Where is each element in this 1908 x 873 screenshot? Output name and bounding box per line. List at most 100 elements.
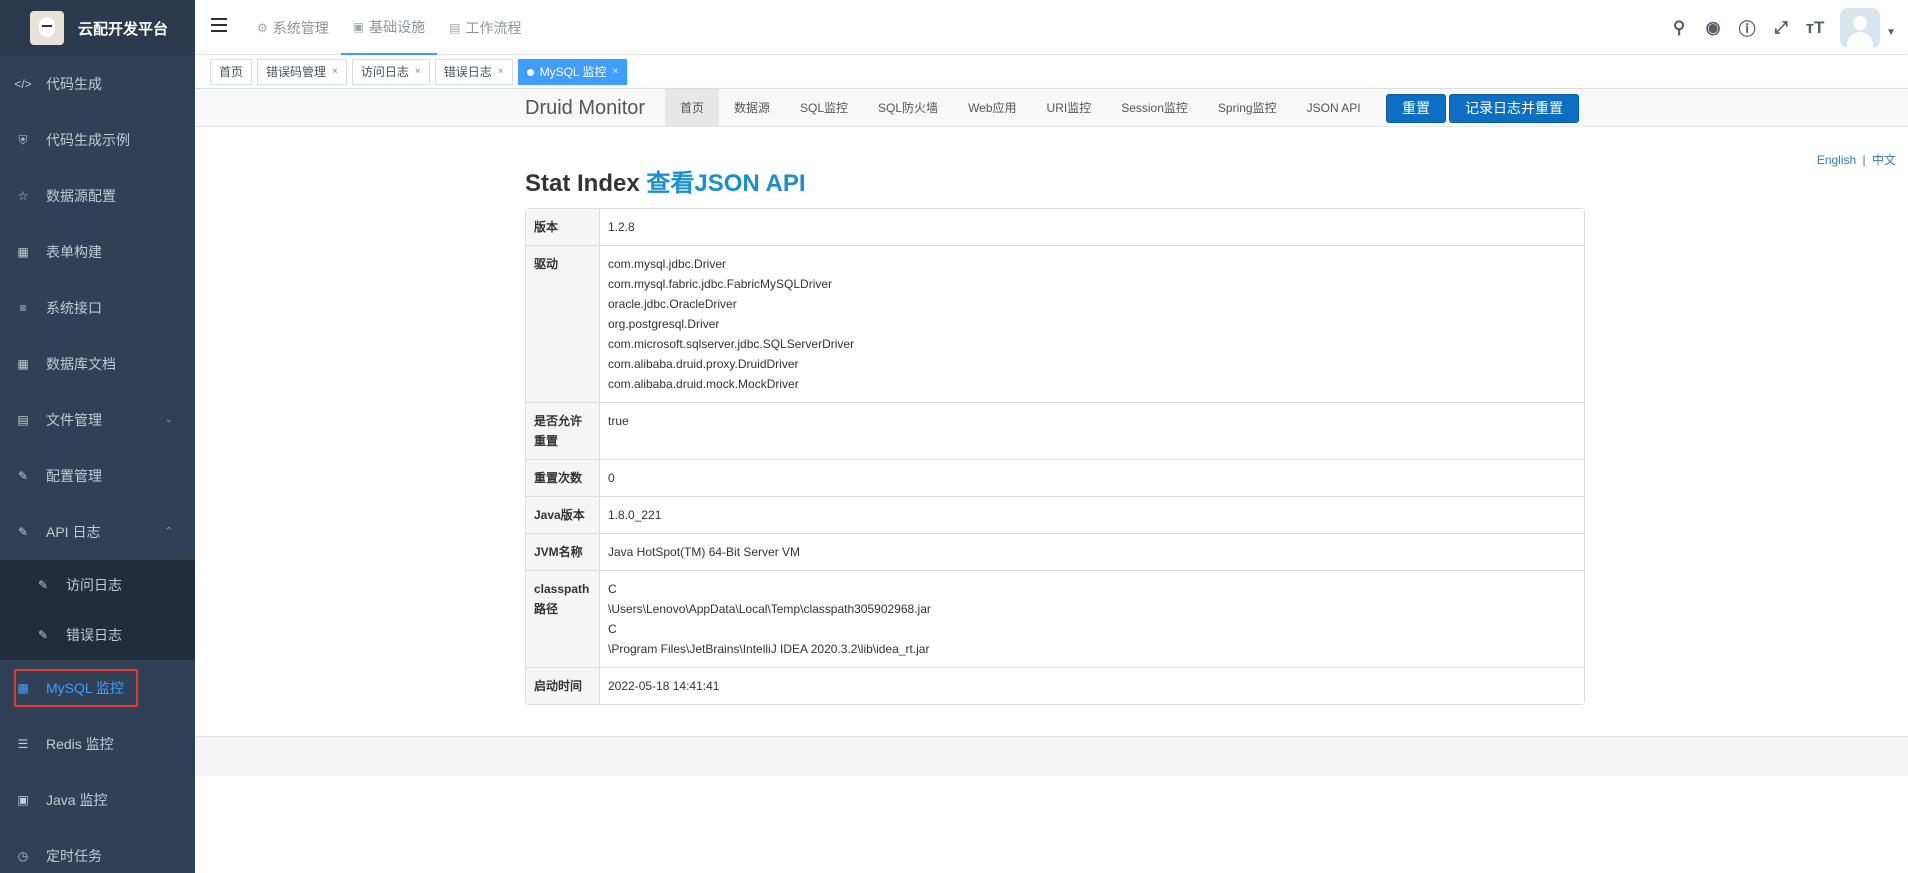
sidebar-item-label: Redis 监控 [46, 736, 114, 752]
caret-down-icon[interactable]: ▼ [1886, 27, 1896, 38]
active-item-highlight [14, 669, 138, 707]
tag-access-log[interactable]: 访问日志 × [351, 59, 430, 85]
druid-menu-uri[interactable]: URI监控 [1032, 89, 1107, 127]
sidebar-item-label: 代码生成示例 [46, 132, 130, 148]
value-line: 2022-05-18 14:41:41 [608, 679, 720, 693]
druid-brand[interactable]: Druid Monitor [525, 97, 645, 120]
table-row: 版本 1.2.8 [526, 209, 1584, 245]
close-icon[interactable]: × [332, 60, 338, 84]
active-dot-icon [526, 68, 534, 76]
sidebar-item-scheduled-task[interactable]: ◷ 定时任务 [0, 828, 195, 873]
tag-label: 错误日志 [443, 65, 492, 79]
sidebar-item-redis-monitor[interactable]: ☰ Redis 监控 [0, 716, 195, 772]
row-label: JVM名称 [526, 533, 600, 570]
page-title-text: Stat Index [525, 170, 640, 197]
lang-english-link[interactable]: English [1817, 153, 1856, 167]
row-value: true [600, 402, 1584, 459]
avatar[interactable] [1840, 7, 1881, 48]
row-value: C \Users\Lenovo\AppData\Local\Temp\classp… [600, 570, 1584, 667]
row-value: 0 [600, 459, 1584, 496]
tag-mysql-monitor[interactable]: MySQL 监控 × [517, 59, 628, 85]
sidebar-item-access-log[interactable]: ✎ 访问日志 [0, 560, 195, 610]
close-icon[interactable]: × [415, 60, 421, 84]
search-icon[interactable]: ⚲ [1662, 0, 1696, 55]
sidebar-item-label: 配置管理 [46, 468, 102, 484]
sidebar-item-error-log[interactable]: ✎ 错误日志 [0, 610, 195, 660]
druid-menu-home[interactable]: 首页 [665, 89, 720, 127]
font-size-icon[interactable]: тT [1798, 0, 1832, 55]
value-line: \Users\Lenovo\AppData\Local\Temp\classpa… [608, 602, 931, 616]
right-tools: ⚲ ◉ ⓘ ⤢ тT ▼ [1662, 0, 1908, 55]
sidebar-item-code-gen[interactable]: </> 代码生成 [0, 56, 195, 112]
json-api-link[interactable]: 查看JSON API [646, 170, 805, 197]
sidebar-item-label: 系统接口 [46, 300, 102, 316]
tag-home[interactable]: 首页 [210, 59, 253, 85]
value-line: com.mysql.fabric.jdbc.FabricMySQLDriver [608, 277, 833, 291]
druid-menu-sql[interactable]: SQL监控 [785, 89, 863, 127]
github-icon[interactable]: ◉ [1696, 0, 1730, 55]
sidebar-item-file-manage[interactable]: ▤ 文件管理 ⌄ [0, 392, 195, 448]
close-icon[interactable]: × [498, 60, 504, 84]
stat-table: 版本 1.2.8 驱动 com.mysql.jdbc.Driver com.mysql.… [525, 208, 1585, 705]
row-label: 重置次数 [526, 459, 600, 496]
table-row: JVM名称 Java HotSpot(TM) 64-Bit Server VM [526, 533, 1584, 570]
question-icon[interactable]: ⓘ [1730, 0, 1764, 55]
sidebar-item-java-monitor[interactable]: ▣ Java 监控 [0, 772, 195, 828]
main-content: Druid Monitor 首页 数据源 SQL监控 SQL防火墙 Web应用 … [195, 89, 1908, 873]
logo[interactable]: 云配开发平台 [0, 0, 195, 56]
reset-button[interactable]: 重置 [1386, 94, 1446, 123]
fullscreen-icon[interactable]: ⤢ [1764, 0, 1798, 55]
tag-error-log[interactable]: 错误日志 × [434, 59, 513, 85]
value-line: com.alibaba.druid.mock.MockDriver [608, 377, 799, 391]
sidebar-item-config[interactable]: ✎ 配置管理 [0, 448, 195, 504]
shield-icon: ⛨ [18, 132, 28, 147]
sidebar-item-label: 文件管理 [46, 412, 102, 428]
tag-label: 访问日志 [360, 65, 409, 79]
tags-list: 首页 错误码管理 × 访问日志 × 错误日志 × MySQL 监控 × [210, 59, 632, 85]
footer-band [195, 736, 1908, 776]
sidebar-item-datasource[interactable]: ☆ 数据源配置 [0, 168, 195, 224]
tab-system-manage[interactable]: ⚙ 系统管理 [245, 0, 341, 55]
tab-label: 系统管理 [272, 19, 329, 36]
sidebar-item-code-gen-example[interactable]: ⛨ 代码生成示例 [0, 112, 195, 168]
druid-menu-web-app[interactable]: Web应用 [953, 89, 1031, 127]
app-title: 云配开发平台 [78, 20, 169, 38]
close-icon[interactable]: × [613, 60, 619, 84]
tab-label: 基础设施 [369, 18, 426, 35]
sidebar-item-api-log[interactable]: ✎ API 日志 ⌃ [0, 504, 195, 560]
sidebar-item-label: 表单构建 [46, 244, 102, 260]
row-label: Java版本 [526, 496, 600, 533]
log-and-reset-button[interactable]: 记录日志并重置 [1449, 94, 1579, 123]
hamburger-icon[interactable] [211, 18, 229, 36]
table-row: classpath路径 C \Users\Lenovo\AppData\Local\… [526, 570, 1584, 667]
value-line: 1.2.8 [608, 220, 635, 234]
row-value: Java HotSpot(TM) 64-Bit Server VM [600, 533, 1584, 570]
sidebar: 云配开发平台 </> 代码生成 ⛨ 代码生成示例 ☆ 数据源配置 ▦ 表单构建 … [0, 0, 195, 873]
table-row: Java版本 1.8.0_221 [526, 496, 1584, 533]
value-line: com.alibaba.druid.proxy.DruidDriver [608, 357, 799, 371]
code-icon: </> [14, 77, 32, 91]
row-label: 是否允许重置 [526, 402, 600, 459]
tag-label: 错误码管理 [266, 65, 327, 79]
lang-separator: | [1862, 153, 1866, 167]
druid-menu-datasource[interactable]: 数据源 [719, 89, 785, 127]
sidebar-item-label: 定时任务 [46, 848, 102, 864]
druid-menu-spring[interactable]: Spring监控 [1203, 89, 1292, 127]
druid-menu-session[interactable]: Session监控 [1106, 89, 1203, 127]
value-line: 1.8.0_221 [608, 508, 662, 522]
table-row: 驱动 com.mysql.jdbc.Driver com.mysql.fabric.… [526, 245, 1584, 402]
sidebar-item-system-api[interactable]: ≡ 系统接口 [0, 280, 195, 336]
row-value: 1.2.8 [600, 209, 1584, 245]
tag-label: MySQL 监控 [539, 65, 607, 79]
druid-menu-sql-firewall[interactable]: SQL防火墙 [863, 89, 953, 127]
lang-chinese-link[interactable]: 中文 [1872, 153, 1896, 167]
tab-infrastructure[interactable]: ▣ 基础设施 [340, 0, 438, 55]
sidebar-item-db-doc[interactable]: ▦ 数据库文档 [0, 336, 195, 392]
tag-error-code[interactable]: 错误码管理 × [257, 59, 347, 85]
tab-workflow[interactable]: ▤ 工作流程 [437, 0, 533, 55]
sidebar-item-label: API 日志 [46, 524, 101, 540]
value-line: Java HotSpot(TM) 64-Bit Server VM [608, 545, 801, 559]
sidebar-item-form-build[interactable]: ▦ 表单构建 [0, 224, 195, 280]
druid-menu-json-api[interactable]: JSON API [1292, 89, 1376, 127]
value-line: C [608, 582, 617, 596]
